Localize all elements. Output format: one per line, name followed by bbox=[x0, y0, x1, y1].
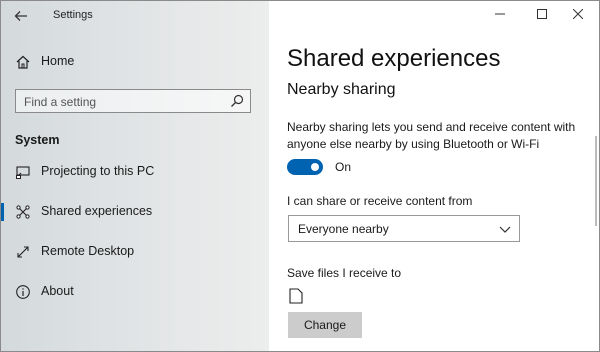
scrollbar[interactable] bbox=[595, 136, 597, 226]
section-header: System bbox=[15, 133, 60, 147]
app-title: Settings bbox=[53, 9, 93, 21]
section-title: Nearby sharing bbox=[287, 81, 396, 98]
sidebar-item-label: Projecting to this PC bbox=[41, 164, 155, 178]
search-icon[interactable] bbox=[230, 94, 244, 108]
sidebar-item-remote-desktop[interactable]: Remote Desktop bbox=[1, 237, 269, 267]
minimize-button[interactable] bbox=[489, 5, 511, 25]
sidebar-item-home[interactable]: Home bbox=[1, 47, 269, 77]
search-input[interactable]: Find a setting bbox=[15, 89, 251, 113]
minimize-icon bbox=[495, 13, 505, 15]
description-text: Nearby sharing lets you send and receive… bbox=[287, 120, 576, 151]
save-location-label: Save files I receive to bbox=[287, 266, 402, 280]
remote-desktop-icon bbox=[17, 246, 29, 258]
main-content: Shared experiences Nearby sharing Nearby… bbox=[269, 1, 599, 351]
back-arrow-icon bbox=[14, 11, 27, 21]
sidebar-item-projecting[interactable]: Projecting to this PC bbox=[1, 157, 269, 187]
page-title: Shared experiences bbox=[287, 45, 501, 72]
sidebar-item-label: Shared experiences bbox=[41, 204, 153, 218]
maximize-button[interactable] bbox=[531, 5, 553, 25]
sidebar: Settings Home Find a setting System Proj… bbox=[1, 1, 269, 351]
close-button[interactable] bbox=[567, 5, 589, 25]
share-from-label: I can share or receive content from bbox=[287, 194, 473, 208]
info-icon bbox=[16, 285, 30, 299]
projector-icon bbox=[16, 166, 30, 179]
dropdown-value: Everyone nearby bbox=[298, 222, 389, 236]
sidebar-item-about[interactable]: About bbox=[1, 277, 269, 307]
close-icon bbox=[572, 8, 584, 20]
toggle-knob bbox=[311, 163, 319, 171]
sidebar-item-label: Home bbox=[41, 54, 75, 68]
sidebar-item-label: Remote Desktop bbox=[41, 244, 135, 258]
search-placeholder: Find a setting bbox=[24, 95, 97, 109]
sidebar-item-shared-experiences[interactable]: Shared experiences bbox=[1, 197, 269, 227]
settings-window: Settings Home Find a setting System Proj… bbox=[0, 0, 600, 352]
share-from-dropdown[interactable]: Everyone nearby bbox=[288, 215, 520, 242]
toggle-state-label: On bbox=[335, 160, 352, 174]
shared-experiences-icon bbox=[16, 205, 30, 219]
home-icon bbox=[16, 55, 30, 69]
sidebar-item-label: About bbox=[41, 284, 74, 298]
chevron-down-icon bbox=[499, 226, 511, 233]
file-icon bbox=[289, 288, 303, 304]
change-button[interactable]: Change bbox=[288, 312, 362, 338]
title-bar: Settings bbox=[1, 1, 269, 31]
nearby-sharing-toggle[interactable] bbox=[287, 159, 323, 175]
back-button[interactable] bbox=[11, 7, 31, 25]
maximize-icon bbox=[537, 9, 547, 19]
selection-indicator bbox=[1, 203, 4, 221]
